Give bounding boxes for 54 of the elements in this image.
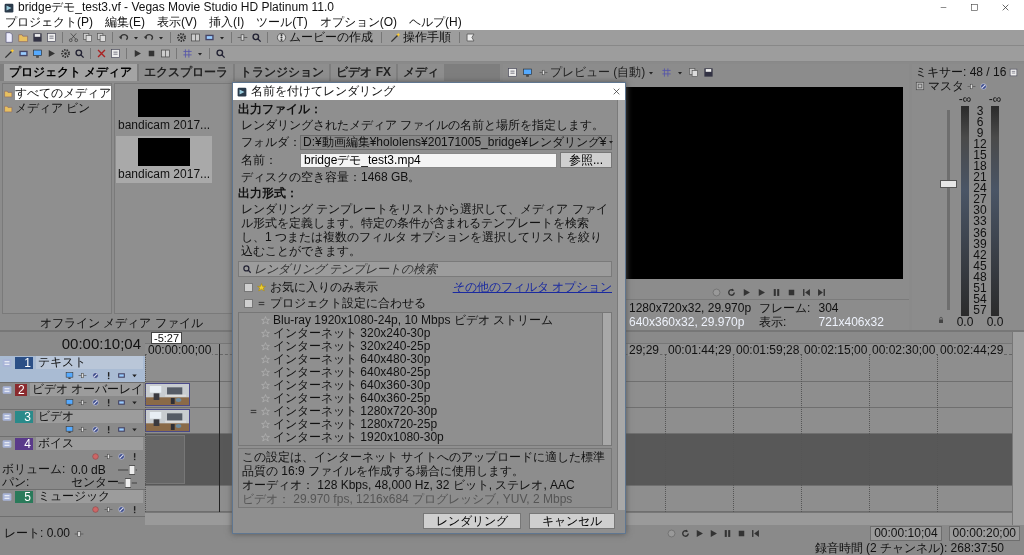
project-info: 1280x720x32, 29.970p <box>629 301 752 315</box>
volume-value: 0.0 dB <box>71 462 107 477</box>
section-heading: 出力ファイル： <box>238 102 323 116</box>
window-title: bridgeデモ_test3.vf - Vegas Movie Studio HD Platinum 11.0 <box>18 0 334 15</box>
bus-name: マスタ <box>928 79 964 93</box>
scale-label: 15 <box>972 150 988 162</box>
scale-label: 48 <box>972 271 988 283</box>
scale-label: 39 <box>972 238 988 250</box>
folder-label: フォルダ： <box>241 133 297 151</box>
track-number: 2 <box>15 383 27 396</box>
scale-label: 9 <box>976 128 984 140</box>
filter-label: プロジェクト設定に合わせる <box>270 294 426 312</box>
display-label: 表示: <box>759 315 788 329</box>
scale-label: 21 <box>972 172 988 184</box>
filter-label: お気に入りのみ表示 <box>270 278 378 296</box>
scale-label: 54 <box>972 293 988 305</box>
disk-space-text: ディスクの空き容量：1468 GB。 <box>240 170 422 184</box>
scale-label: 36 <box>972 227 988 239</box>
template-summary: この設定は、インターネット サイトへのアップロードに適した標準品質の 16:9 ファイルを作成する場合に使用します。 <box>242 450 607 478</box>
scale-label: 30 <box>972 205 988 217</box>
pan-label: パン: <box>2 475 31 489</box>
section-description: レンダリング テンプレートをリストから選択して、メディア ファイル形式を定義します。特定の条件が含まれるテンプレートを検索し、1 つまたは複数のフィルタ オプションを選択してリストを絞り込むことができます。 <box>240 202 609 258</box>
scale-label: 57 <box>973 304 987 316</box>
media-status: オフライン メディア ファイル <box>40 316 203 330</box>
audio-settings: オーディオ： 128 Kbps, 48,000 Hz, 32 ビット, ステレオ, AAC <box>242 478 576 492</box>
scale-label: 42 <box>972 249 988 261</box>
scale-label: 3 <box>975 106 985 117</box>
scale-label: 45 <box>972 260 988 272</box>
scale-label: 27 <box>972 194 988 206</box>
scale-label: 51 <box>972 282 988 294</box>
time-display: 00:00:10;04 <box>60 334 142 354</box>
scale-label: 6 <box>975 117 985 129</box>
status-text: 録音時間 (2 チャンネル): 268:37:50 <box>813 542 1005 555</box>
dialog-title: 名前を付けてレンダリング <box>251 83 395 100</box>
mixer-title: ミキサー: 48 / 16 <box>915 65 1007 79</box>
section-description: レンダリングされたメディア ファイルの名前と場所を指定します。 <box>240 118 606 132</box>
name-label: 名前： <box>241 151 278 169</box>
peak-value: -∞ <box>991 93 999 106</box>
peak-value: -∞ <box>961 93 969 106</box>
rate-label: レート: 0.00 <box>4 525 71 542</box>
display-size: 721x406x32 <box>818 315 885 329</box>
section-heading: 出力形式： <box>238 186 299 200</box>
volume-label: ボリューム: <box>2 461 67 477</box>
track-number: 4 <box>15 437 33 450</box>
preview-info: 640x360x32, 29.970p <box>629 315 746 329</box>
scale-label: 24 <box>972 183 988 195</box>
frame-number: 304 <box>818 301 840 315</box>
frame-label: フレーム: <box>759 301 811 315</box>
scale-label: 18 <box>972 161 988 173</box>
track-number: 1 <box>15 356 33 369</box>
scale-label: 12 <box>972 139 988 151</box>
scale-label: 33 <box>972 216 988 228</box>
track-number: 3 <box>15 410 33 423</box>
track-number: 5 <box>15 490 33 503</box>
